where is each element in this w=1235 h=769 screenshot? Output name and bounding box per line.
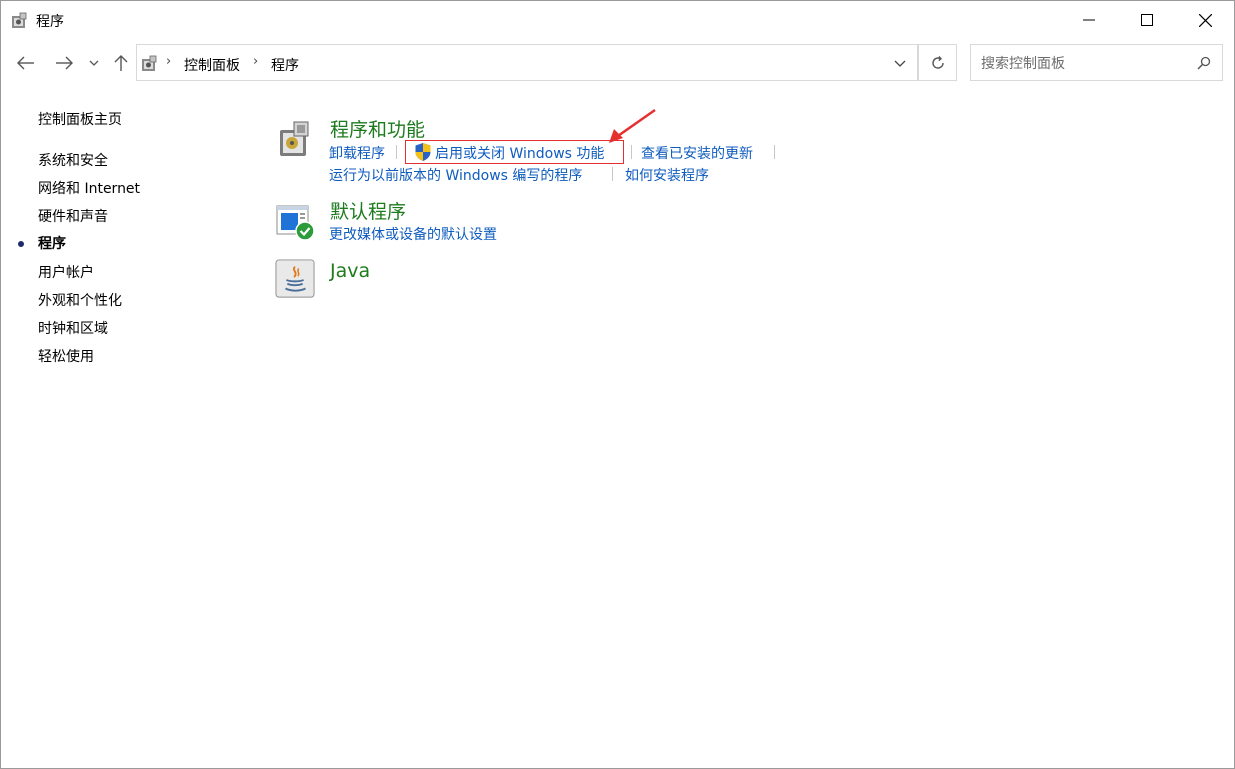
breadcrumb-control-panel[interactable]: 控制面板 — [184, 55, 240, 75]
sidebar-item-programs[interactable]: 程序 — [38, 233, 66, 253]
search-box[interactable] — [970, 44, 1223, 81]
uac-shield-icon — [415, 143, 431, 161]
back-arrow-icon — [17, 56, 34, 70]
link-separator — [396, 145, 397, 159]
search-icon[interactable] — [1197, 56, 1211, 70]
chevron-down-icon[interactable] — [892, 55, 908, 71]
sidebar-item-system-security[interactable]: 系统和安全 — [38, 150, 108, 170]
link-separator — [631, 145, 632, 159]
java-icon[interactable] — [275, 259, 315, 299]
active-item-bullet — [18, 241, 24, 247]
title-bar: 程序 — [1, 1, 1234, 39]
sidebar-item-clock-region[interactable]: 时钟和区域 — [38, 318, 108, 338]
link-uninstall-program[interactable]: 卸载程序 — [329, 143, 385, 163]
sidebar-item-ease-of-access[interactable]: 轻松使用 — [38, 346, 94, 366]
up-arrow-icon — [114, 55, 128, 71]
window-title: 程序 — [36, 14, 64, 30]
link-separator — [774, 145, 775, 159]
close-button[interactable] — [1176, 1, 1234, 39]
up-button[interactable] — [109, 51, 133, 75]
link-how-to-install[interactable]: 如何安装程序 — [625, 165, 709, 185]
sidebar-item-network-internet[interactable]: 网络和 Internet — [38, 178, 140, 198]
chevron-right-icon[interactable]: › — [166, 54, 171, 69]
category-title-java[interactable]: Java — [330, 260, 370, 282]
minimize-icon — [1083, 19, 1095, 21]
sidebar-item-user-accounts[interactable]: 用户帐户 — [38, 262, 94, 282]
close-icon — [1198, 13, 1212, 27]
chevron-right-icon[interactable]: › — [253, 54, 258, 69]
default-programs-icon[interactable] — [276, 203, 316, 243]
control-panel-window: 程序 › 控制面板 › 程序 搜索控制面板 控制面板主页 系统和安全 网络和 I… — [0, 0, 1235, 769]
forward-button[interactable] — [52, 51, 76, 75]
link-run-older-programs[interactable]: 运行为以前版本的 Windows 编写的程序 — [329, 165, 582, 185]
back-button[interactable] — [14, 51, 38, 75]
sidebar-item-hardware-sound[interactable]: 硬件和声音 — [38, 206, 108, 226]
sidebar-item-appearance[interactable]: 外观和个性化 — [38, 290, 122, 310]
forward-arrow-icon — [56, 56, 73, 70]
programs-features-icon[interactable] — [276, 118, 316, 158]
maximize-button[interactable] — [1118, 1, 1176, 39]
refresh-button[interactable] — [918, 44, 957, 81]
sidebar-item-home[interactable]: 控制面板主页 — [38, 109, 122, 129]
link-separator — [612, 167, 613, 181]
maximize-icon — [1141, 14, 1153, 26]
refresh-icon — [931, 55, 944, 69]
address-bar[interactable]: › 控制面板 › 程序 — [136, 44, 918, 81]
programs-icon — [142, 55, 157, 71]
annotation-arrow-icon — [609, 108, 656, 143]
search-input[interactable] — [979, 53, 1193, 75]
link-change-default-settings[interactable]: 更改媒体或设备的默认设置 — [329, 224, 497, 244]
minimize-button[interactable] — [1060, 1, 1118, 39]
category-title-programs-features[interactable]: 程序和功能 — [330, 115, 425, 142]
category-title-default-programs[interactable]: 默认程序 — [330, 197, 406, 224]
chevron-down-icon — [89, 60, 99, 66]
link-turn-windows-features[interactable]: 启用或关闭 Windows 功能 — [435, 143, 604, 163]
breadcrumb-programs[interactable]: 程序 — [271, 55, 299, 75]
programs-icon — [12, 12, 27, 28]
recent-locations-button[interactable] — [85, 51, 103, 75]
